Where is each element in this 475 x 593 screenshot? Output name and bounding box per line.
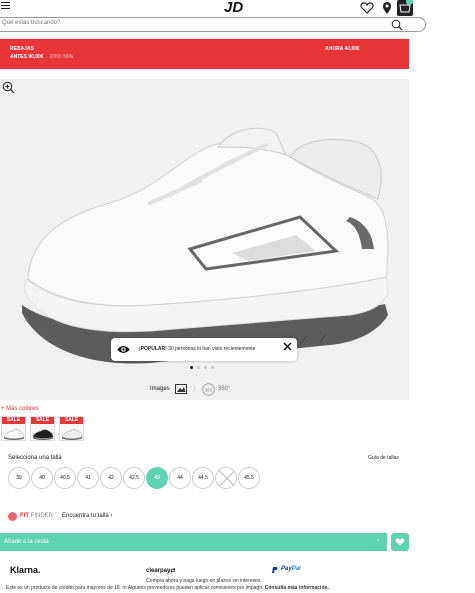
media-switcher: Images | 360 360°	[0, 380, 409, 400]
klarna-logo[interactable]: Klarna.	[10, 565, 41, 575]
product-gallery[interactable]: ¡POPULAR! 30 personas lo han visto recie…	[0, 79, 409, 400]
svg-text:JD: JD	[224, 0, 243, 15]
heart-icon[interactable]	[360, 1, 374, 15]
search-icon[interactable]	[391, 19, 403, 31]
menu-icon[interactable]	[1, 1, 11, 11]
current-price: AHORA 40,00€	[325, 46, 360, 52]
popular-notice: ¡POPULAR! 30 personas lo han visto recie…	[111, 338, 297, 361]
more-colors-link[interactable]: + Más colores	[1, 406, 39, 412]
clearpay-name: clearpay	[146, 568, 171, 574]
carousel-dot[interactable]	[211, 366, 214, 369]
swatch-shoe-image	[61, 429, 83, 440]
add-to-cart-button[interactable]: Añadir a la cesta ›	[0, 533, 387, 551]
size-option[interactable]: 39	[8, 467, 30, 489]
sale-label: REBAJAS	[10, 46, 34, 52]
credit-disclaimer-text: Este es un producto de crédito para mayo…	[6, 585, 264, 591]
search-input[interactable]: Qué estás buscando?	[2, 20, 60, 26]
eye-icon	[117, 346, 130, 353]
installments-note: Compra ahora y paga luego en plazos sin …	[146, 578, 262, 584]
carousel-dot[interactable]	[204, 366, 207, 369]
size-option-unavailable	[215, 467, 237, 489]
credit-disclaimer: Este es un producto de crédito para mayo…	[6, 585, 426, 591]
fit-brand-word: FIT	[20, 513, 29, 519]
size-option[interactable]: 45.5	[238, 467, 260, 489]
popular-label: ¡POPULAR!	[139, 346, 167, 352]
sale-badge: SALE	[31, 417, 54, 424]
size-guide-link[interactable]: Guía de tallas	[368, 455, 399, 461]
color-swatch[interactable]: SALE	[1, 416, 26, 441]
original-price: ANTES 90,00€	[10, 54, 44, 60]
search-bar[interactable]: Qué estás buscando?	[0, 17, 426, 32]
top-header: JD	[0, 0, 475, 17]
size-option[interactable]: 41	[77, 467, 99, 489]
location-pin-icon[interactable]	[380, 1, 394, 15]
fit-finder-link[interactable]: Encuentra tu talla ›	[62, 513, 112, 519]
discount-percent: DTO: 56%	[50, 54, 74, 60]
jd-logo[interactable]: JD	[218, 0, 258, 15]
swatch-shoe-image	[32, 429, 54, 440]
size-option[interactable]: 44	[169, 467, 191, 489]
paypal-pal: Pal	[291, 566, 301, 572]
images-tab[interactable]: Images	[150, 386, 170, 392]
carousel-dots	[190, 366, 218, 370]
clearpay-logo[interactable]: clearpay⇄	[146, 567, 175, 574]
view-360-icon[interactable]: 360	[202, 383, 215, 396]
color-swatch[interactable]: SALE	[30, 416, 55, 441]
carousel-dot[interactable]	[197, 366, 200, 369]
chevron-right-icon: ›	[377, 538, 379, 544]
size-option[interactable]: 40	[31, 467, 53, 489]
popular-text: ¡POPULAR! 30 personas lo han visto recie…	[139, 346, 255, 352]
fit-finder-brand: FIT FINDER	[20, 513, 53, 519]
images-icon[interactable]	[175, 384, 187, 394]
heart-icon	[395, 538, 405, 546]
divider: |	[194, 386, 196, 392]
carousel-dot[interactable]	[190, 366, 193, 369]
cart-button[interactable]	[397, 0, 413, 16]
more-info-link[interactable]: Consulta más información.	[265, 585, 329, 591]
sale-badge: SALE	[2, 417, 25, 424]
swatch-shoe-image	[3, 429, 25, 440]
paypal-icon	[272, 567, 278, 573]
sale-banner: REBAJAS ANTES 90,00€ DTO: 56% AHORA 40,0…	[0, 39, 409, 69]
fit-brand-suffix: FINDER	[30, 513, 54, 519]
popular-message: 30 personas lo han visto recientemente	[168, 346, 256, 352]
size-option[interactable]: 42.5	[123, 467, 145, 489]
add-to-cart-label: Añadir a la cesta	[4, 539, 49, 545]
paypal-pay: Pay	[281, 566, 292, 572]
sale-badge: SALE	[60, 417, 83, 424]
color-swatch[interactable]: SALE	[59, 416, 84, 441]
size-option[interactable]: 43	[146, 467, 168, 489]
close-icon[interactable]	[283, 342, 292, 351]
zoom-in-icon[interactable]	[2, 81, 15, 94]
view-360-tab[interactable]: 360°	[218, 386, 230, 392]
fit-finder-icon	[8, 512, 17, 521]
size-option[interactable]: 42	[100, 467, 122, 489]
paypal-logo[interactable]: PayPal	[281, 566, 301, 572]
svg-text:360: 360	[205, 387, 213, 392]
wishlist-button[interactable]	[391, 533, 409, 551]
size-title: Selecciona una talla	[8, 455, 62, 461]
size-option[interactable]: 44.5	[192, 467, 214, 489]
size-option[interactable]: 40.5	[54, 467, 76, 489]
